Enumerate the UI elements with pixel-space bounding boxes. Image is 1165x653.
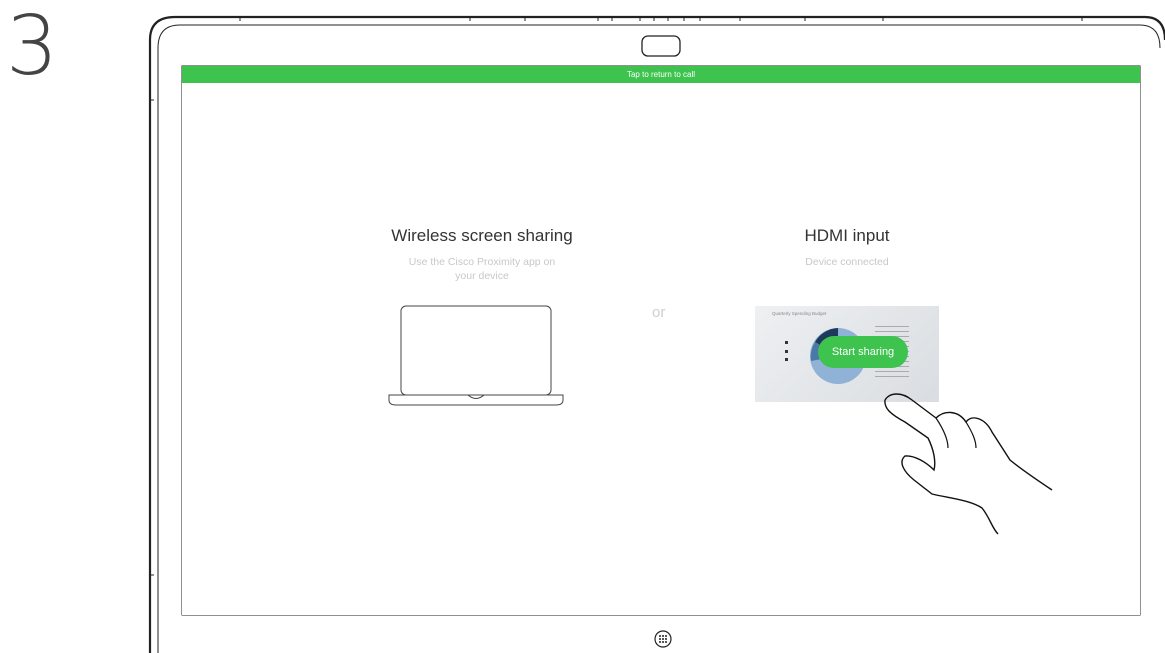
- pointing-hand-icon: [884, 393, 1053, 535]
- home-grid-icon[interactable]: [654, 630, 672, 648]
